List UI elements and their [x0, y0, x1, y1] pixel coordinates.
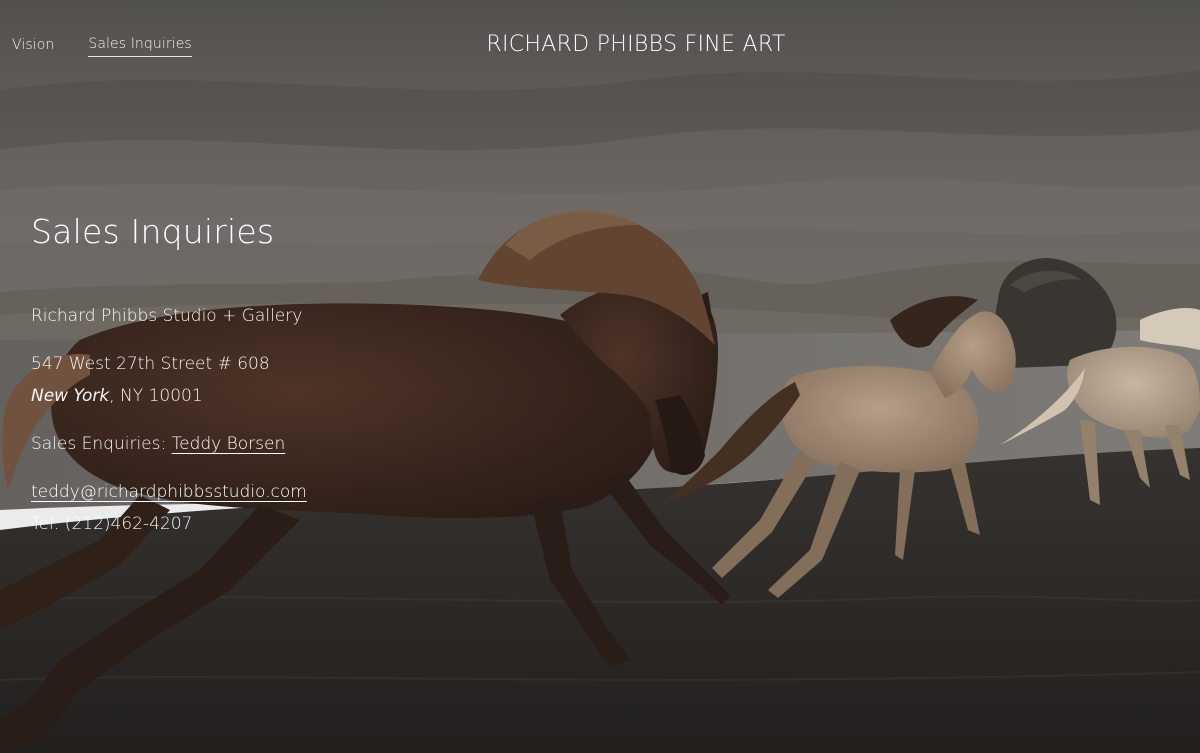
sales-contact-link[interactable]: Teddy Borsen	[172, 434, 286, 454]
city-line: New York, NY 10001	[31, 380, 451, 412]
page-heading: Sales Inquiries	[31, 212, 275, 251]
email-link[interactable]: teddy@richardphibbsstudio.com	[31, 482, 307, 502]
sales-label: Sales Enquiries:	[31, 434, 172, 454]
city-name: New York	[31, 386, 110, 406]
site-title[interactable]: RICHARD PHIBBS FINE ART	[0, 32, 1200, 57]
phone-number: Tel: (212)462-4207	[31, 514, 193, 534]
studio-name: Richard Phibbs Studio + Gallery	[31, 306, 303, 326]
sales-inquiries-content: Sales Inquiries Richard Phibbs Studio + …	[31, 210, 451, 540]
email-line: teddy@richardphibbsstudio.com	[31, 476, 451, 508]
sales-contact-line: Sales Enquiries: Teddy Borsen	[31, 428, 451, 460]
address-line: 547 West 27th Street # 608	[31, 354, 270, 374]
state-zip: , NY 10001	[109, 386, 203, 406]
